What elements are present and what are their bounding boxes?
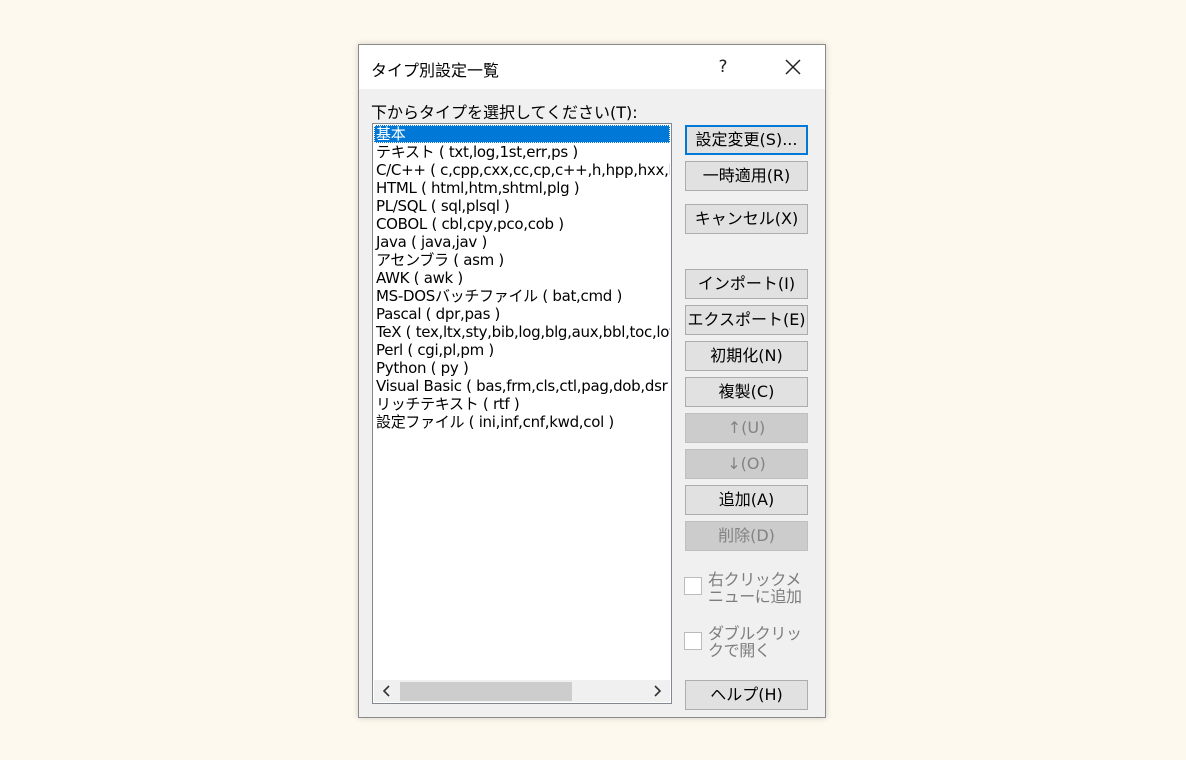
double-click-open-label: ダブルクリックで開く [708,624,802,660]
initialize-button[interactable]: 初期化(N) [685,341,808,371]
import-button[interactable]: インポート(I) [685,269,808,299]
add-button[interactable]: 追加(A) [685,485,808,515]
list-item[interactable]: Perl ( cgi,pl,pm ) [374,341,670,359]
apply-temporarily-button[interactable]: 一時適用(R) [685,161,808,191]
cancel-button[interactable]: キャンセル(X) [685,204,808,234]
list-item[interactable]: COBOL ( cbl,cpy,pco,cob ) [374,215,670,233]
list-item[interactable]: C/C++ ( c,cpp,cxx,cc,cp,c++,h,hpp,hxx,hh [374,161,670,179]
type-settings-dialog: タイプ別設定一覧 ? 下からタイプを選択してください(T): 基本 テキスト ( … [358,44,826,718]
export-button[interactable]: エクスポート(E) [685,305,808,335]
settings-change-button[interactable]: 設定変更(S)... [685,125,808,155]
right-click-menu-label: 右クリックメニューに追加 [708,570,802,606]
list-item[interactable]: Python ( py ) [374,359,670,377]
title-bar: タイプ別設定一覧 ? [359,45,825,89]
type-listbox[interactable]: 基本 テキスト ( txt,log,1st,err,ps ) C/C++ ( c,c… [372,123,672,704]
scroll-right-button[interactable] [646,680,668,702]
close-icon [785,59,801,75]
scroll-left-button[interactable] [376,680,398,702]
list-item[interactable]: PL/SQL ( sql,plsql ) [374,197,670,215]
list-item[interactable]: 設定ファイル ( ini,inf,cnf,kwd,col ) [374,413,670,431]
list-item[interactable]: MS-DOSバッチファイル ( bat,cmd ) [374,287,670,305]
list-item[interactable]: リッチテキスト ( rtf ) [374,395,670,413]
checkbox-box[interactable] [684,632,702,650]
list-item[interactable]: Java ( java,jav ) [374,233,670,251]
close-button[interactable] [771,53,815,81]
list-item[interactable]: アセンブラ ( asm ) [374,251,670,269]
dialog-title: タイプ別設定一覧 [371,61,500,80]
scrollbar-thumb[interactable] [400,682,572,701]
list-item[interactable]: Visual Basic ( bas,frm,cls,ctl,pag,dob,d… [374,377,670,395]
list-item[interactable]: テキスト ( txt,log,1st,err,ps ) [374,143,670,161]
list-item[interactable]: 基本 [374,125,670,143]
chevron-right-icon [654,685,662,697]
move-down-button[interactable]: ↓(O) [685,449,808,479]
delete-button[interactable]: 削除(D) [685,521,808,551]
type-list: 基本 テキスト ( txt,log,1st,err,ps ) C/C++ ( c,c… [374,125,670,681]
duplicate-button[interactable]: 複製(C) [685,377,808,407]
list-item[interactable]: AWK ( awk ) [374,269,670,287]
list-item[interactable]: HTML ( html,htm,shtml,plg ) [374,179,670,197]
list-prompt-label: 下からタイプを選択してください(T): [371,103,638,122]
list-item[interactable]: TeX ( tex,ltx,sty,bib,log,blg,aux,bbl,to… [374,323,670,341]
chevron-left-icon [382,685,390,697]
horizontal-scrollbar[interactable] [374,680,670,702]
checkbox-box[interactable] [684,577,702,595]
list-item[interactable]: Pascal ( dpr,pas ) [374,305,670,323]
title-help-button[interactable]: ? [701,53,745,81]
help-button[interactable]: ヘルプ(H) [685,680,808,710]
move-up-button[interactable]: ↑(U) [685,413,808,443]
